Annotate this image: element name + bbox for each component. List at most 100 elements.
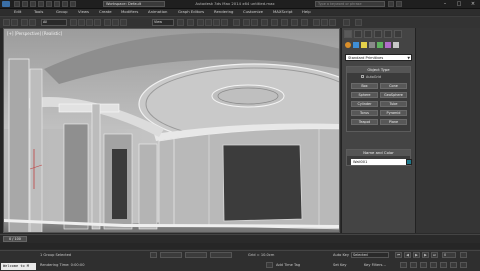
percent-snap-icon[interactable] — [213, 19, 220, 26]
x-coordinate-field[interactable] — [160, 252, 182, 258]
selection-set-dropdown[interactable]: Selected — [351, 252, 389, 258]
go-to-end-icon[interactable]: ⏭ — [431, 252, 438, 258]
play-icon[interactable]: ▶ — [413, 252, 420, 258]
utilities-tab-icon[interactable] — [394, 30, 402, 38]
search-icon[interactable] — [388, 1, 394, 7]
pan-view-icon[interactable] — [440, 262, 447, 268]
angle-snap-icon[interactable] — [205, 19, 212, 26]
spinner-snap-icon[interactable] — [221, 19, 228, 26]
named-selection-icon[interactable] — [233, 19, 240, 26]
redo-icon[interactable] — [11, 19, 18, 26]
link-icon[interactable] — [21, 19, 28, 26]
select-by-name-icon[interactable] — [78, 19, 85, 26]
new-file-icon[interactable] — [14, 1, 20, 7]
object-name-field[interactable]: Wall001 — [351, 159, 406, 165]
minimize-icon[interactable]: – — [438, 0, 452, 8]
scene-render[interactable] — [4, 29, 340, 233]
display-tab-icon[interactable] — [384, 30, 392, 38]
time-slider-thumb[interactable]: 0 / 100 — [3, 236, 27, 242]
torus-button[interactable]: Torus — [351, 110, 378, 116]
extra-tool-icon[interactable] — [355, 19, 362, 26]
menu-group[interactable]: Group — [56, 9, 68, 15]
space-warps-icon[interactable] — [385, 42, 391, 48]
systems-icon[interactable] — [393, 42, 399, 48]
close-icon[interactable]: × — [466, 0, 480, 8]
menu-edit[interactable]: Edit — [14, 9, 21, 15]
geosphere-button[interactable]: GeoSphere — [380, 92, 407, 98]
perspective-viewport[interactable]: [+] [Perspective] [Realistic] — [3, 28, 340, 233]
primitive-type-dropdown[interactable]: Standard Primitives ▼ — [345, 54, 412, 61]
pyramid-button[interactable]: Pyramid — [380, 110, 407, 116]
project-folder-icon[interactable] — [70, 1, 76, 7]
menu-rendering[interactable]: Rendering — [214, 9, 233, 15]
redo-icon[interactable] — [46, 1, 52, 7]
sphere-button[interactable]: Sphere — [351, 92, 378, 98]
rendered-frame-icon[interactable] — [321, 19, 328, 26]
window-crossing-icon[interactable] — [94, 19, 101, 26]
current-frame-field[interactable]: 0 — [442, 252, 456, 258]
add-time-tag[interactable]: Add Time Tag — [276, 263, 300, 267]
menu-help[interactable]: Help — [302, 9, 311, 15]
autogrid-checkbox[interactable] — [361, 75, 364, 78]
motion-tab-icon[interactable] — [374, 30, 382, 38]
name-color-header[interactable]: Name and Color — [347, 150, 410, 156]
unlink-icon[interactable] — [29, 19, 36, 26]
move-icon[interactable] — [104, 19, 111, 26]
align-icon[interactable] — [251, 19, 258, 26]
time-configuration-icon[interactable] — [460, 252, 467, 258]
modify-tab-icon[interactable] — [354, 30, 362, 38]
select-object-icon[interactable] — [70, 19, 77, 26]
next-frame-icon[interactable]: ▶ — [422, 252, 429, 258]
cylinder-button[interactable]: Cylinder — [351, 101, 378, 107]
undo-icon[interactable] — [38, 1, 44, 7]
scale-icon[interactable] — [120, 19, 127, 26]
menu-views[interactable]: Views — [78, 9, 89, 15]
time-tag-icon[interactable] — [266, 262, 273, 268]
menu-tools[interactable]: Tools — [34, 9, 43, 15]
key-filters-button[interactable]: Key Filters... — [364, 263, 386, 267]
z-coordinate-field[interactable] — [210, 252, 232, 258]
cameras-icon[interactable] — [369, 42, 375, 48]
zoom-extents-icon[interactable] — [420, 262, 427, 268]
undo-icon[interactable] — [3, 19, 10, 26]
hierarchy-tab-icon[interactable] — [364, 30, 372, 38]
lock-selection-icon[interactable] — [150, 252, 157, 258]
field-of-view-icon[interactable] — [430, 262, 437, 268]
pivot-center-icon[interactable] — [177, 19, 184, 26]
plane-button[interactable]: Plane — [380, 119, 407, 125]
select-manipulate-icon[interactable] — [187, 19, 194, 26]
menu-maxscript[interactable]: MAXScript — [273, 9, 293, 15]
mirror-icon[interactable] — [243, 19, 250, 26]
orbit-icon[interactable] — [450, 262, 457, 268]
maximize-icon[interactable]: □ — [452, 0, 466, 8]
helpers-icon[interactable] — [377, 42, 383, 48]
render-production-icon[interactable] — [329, 19, 336, 26]
maxscript-listener[interactable]: Welcome to M — [1, 263, 36, 270]
go-to-start-icon[interactable]: ⏮ — [395, 252, 402, 258]
schematic-view-icon[interactable] — [291, 19, 298, 26]
curve-editor-icon[interactable] — [281, 19, 288, 26]
selection-filter-dropdown[interactable]: All — [41, 19, 67, 26]
time-slider[interactable]: 0 / 100 — [0, 234, 480, 243]
hold-icon[interactable] — [54, 1, 60, 7]
graphite-toggle-icon[interactable] — [271, 19, 278, 26]
y-coordinate-field[interactable] — [185, 252, 207, 258]
create-tab-icon[interactable] — [344, 30, 352, 38]
menu-graph-editors[interactable]: Graph Editors — [178, 9, 204, 15]
track-bar[interactable] — [0, 243, 480, 249]
maximize-viewport-icon[interactable] — [460, 262, 467, 268]
menu-create[interactable]: Create — [99, 9, 112, 15]
viewport-label[interactable]: [+] [Perspective] [Realistic] — [7, 31, 62, 36]
snaps-toggle-icon[interactable] — [197, 19, 204, 26]
fetch-icon[interactable] — [62, 1, 68, 7]
reference-coordinate-dropdown[interactable]: View — [152, 19, 174, 26]
layer-manager-icon[interactable] — [261, 19, 268, 26]
geometry-icon[interactable] — [345, 42, 351, 48]
save-file-icon[interactable] — [30, 1, 36, 7]
menu-animation[interactable]: Animation — [148, 9, 167, 15]
rotate-icon[interactable] — [112, 19, 119, 26]
zoom-icon[interactable] — [400, 262, 407, 268]
search-input[interactable]: Type a keyword or phrase — [315, 1, 385, 7]
lights-icon[interactable] — [361, 42, 367, 48]
workspace-selector[interactable]: Workspace: Default — [103, 1, 165, 7]
